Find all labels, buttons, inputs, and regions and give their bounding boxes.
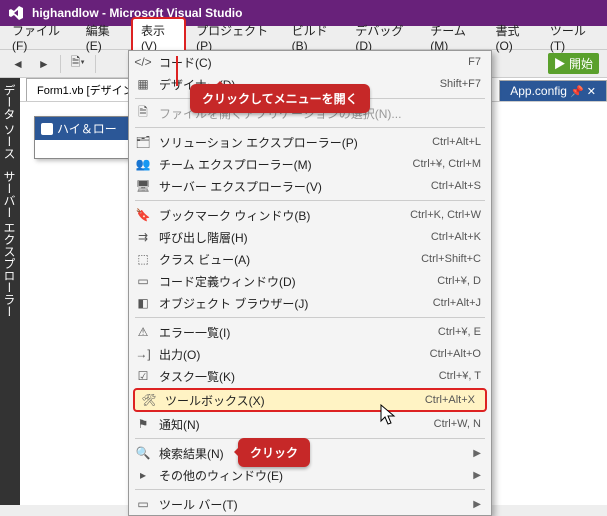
menu-item-label: クラス ビュー(A) <box>159 251 413 268</box>
menu-item-label: 出力(O) <box>159 346 422 363</box>
menu-item-0[interactable]: ファイル(F) <box>4 19 76 56</box>
menu-shortcut: Ctrl+Alt+L <box>432 136 481 148</box>
menu-separator <box>135 200 485 201</box>
separator <box>60 55 61 73</box>
menu-item-7[interactable]: 書式(O) <box>487 19 539 56</box>
find-icon: 🔍 <box>135 445 151 461</box>
menu-item-label: エラー一覧(I) <box>159 324 430 341</box>
callout-open-menu: クリックしてメニューを開く <box>190 84 370 113</box>
menu-item-sol[interactable]: 🗂 ソリューション エクスプローラー(P) Ctrl+Alt+L <box>129 131 491 153</box>
team-icon: 👥 <box>135 156 151 172</box>
open-icon: 🗎 <box>135 105 151 121</box>
menu-item-task[interactable]: ☑ タスク一覧(K) Ctrl+¥, T <box>129 365 491 387</box>
menu-item-team[interactable]: 👥 チーム エクスプローラー(M) Ctrl+¥, Ctrl+M <box>129 153 491 175</box>
menu-item-output[interactable]: →] 出力(O) Ctrl+Alt+O <box>129 343 491 365</box>
submenu-arrow-icon: ▶ <box>473 470 481 481</box>
class-icon: ⬚ <box>135 251 151 267</box>
server-icon: 🖥 <box>135 178 151 194</box>
menu-item-call[interactable]: ⇉ 呼び出し階層(H) Ctrl+Alt+K <box>129 226 491 248</box>
menu-shortcut: Ctrl+¥, D <box>437 275 481 287</box>
call-icon: ⇉ <box>135 229 151 245</box>
menu-item-8[interactable]: ツール(T) <box>542 19 603 56</box>
form-icon <box>41 123 53 135</box>
submenu-arrow-icon: ▶ <box>473 448 481 459</box>
menu-item-tb[interactable]: ▭ ツール バー(T) ▶ <box>129 493 491 515</box>
bookmark-icon: 🔖 <box>135 207 151 223</box>
menu-shortcut: Ctrl+Alt+S <box>431 180 481 192</box>
menu-item-label: ツールボックス(X) <box>165 392 417 409</box>
menu-item-label: オブジェクト ブラウザー(J) <box>159 295 425 312</box>
menu-shortcut: Ctrl+Alt+O <box>430 348 481 360</box>
menu-item-label: 通知(N) <box>159 416 426 433</box>
menu-item-error[interactable]: ⚠ エラー一覧(I) Ctrl+¥, E <box>129 321 491 343</box>
menu-item-label: チーム エクスプローラー(M) <box>159 156 405 173</box>
menu-item-codewin[interactable]: ▭ コード定義ウィンドウ(D) Ctrl+¥, D <box>129 270 491 292</box>
menu-item-class[interactable]: ⬚ クラス ビュー(A) Ctrl+Shift+C <box>129 248 491 270</box>
menu-item-label: コード(C) <box>159 54 460 71</box>
other-icon: ▸ <box>135 467 151 483</box>
sol-icon: 🗂 <box>135 134 151 150</box>
menu-item-server[interactable]: 🖥 サーバー エクスプローラー(V) Ctrl+Alt+S <box>129 175 491 197</box>
nav-back-button[interactable]: ◄ <box>8 55 28 73</box>
menu-separator <box>135 438 485 439</box>
nav-fwd-button[interactable]: ► <box>34 55 54 73</box>
submenu-arrow-icon: ▶ <box>473 499 481 510</box>
menu-item-other[interactable]: ▸ その他のウィンドウ(E) ▶ <box>129 464 491 486</box>
callout-click: クリック <box>238 438 310 467</box>
menu-separator <box>135 317 485 318</box>
form-titlebar: ハイ＆ロー <box>35 117 143 140</box>
menu-item-notify[interactable]: ⚑ 通知(N) Ctrl+W, N <box>129 413 491 435</box>
open-button[interactable]: 🗎▾ <box>67 51 89 76</box>
output-icon: →] <box>135 346 151 362</box>
task-icon: ☑ <box>135 368 151 384</box>
tab-app-config[interactable]: App.config 📌 ✕ <box>499 80 607 101</box>
design-icon: ▦ <box>135 76 151 92</box>
menu-item-label: その他のウィンドウ(E) <box>159 467 465 484</box>
error-icon: ⚠ <box>135 324 151 340</box>
tb-icon: ▭ <box>135 496 151 512</box>
start-debug-button[interactable]: ▶ 開始 <box>548 53 599 74</box>
menu-shortcut: Ctrl+K, Ctrl+W <box>410 209 481 221</box>
obj-icon: ◧ <box>135 295 151 311</box>
menu-item-code[interactable]: </> コード(C) F7 <box>129 51 491 73</box>
menu-shortcut: F7 <box>468 56 481 68</box>
codewin-icon: ▭ <box>135 273 151 289</box>
annotation-line <box>176 56 178 86</box>
code-icon: </> <box>135 54 151 70</box>
menu-item-label: ソリューション エクスプローラー(P) <box>159 134 424 151</box>
menu-item-label: コード定義ウィンドウ(D) <box>159 273 429 290</box>
menu-shortcut: Shift+F7 <box>440 78 481 90</box>
separator <box>95 55 96 73</box>
menu-shortcut: Ctrl+Alt+J <box>433 297 481 309</box>
menu-item-label: タスク一覧(K) <box>159 368 431 385</box>
menu-item-bookmark[interactable]: 🔖 ブックマーク ウィンドウ(B) Ctrl+K, Ctrl+W <box>129 204 491 226</box>
menu-shortcut: Ctrl+W, N <box>434 418 481 430</box>
menu-item-label: 呼び出し階層(H) <box>159 229 423 246</box>
side-tab-data-sources[interactable]: データ ソース サーバー エクスプローラー <box>0 78 20 505</box>
menu-item-toolbox[interactable]: 🛠 ツールボックス(X) Ctrl+Alt+X <box>133 388 487 412</box>
menubar: ファイル(F)編集(E)表示(V)プロジェクト(P)ビルド(B)デバッグ(D)チ… <box>0 26 607 50</box>
menu-separator <box>135 489 485 490</box>
menu-item-obj[interactable]: ◧ オブジェクト ブラウザー(J) Ctrl+Alt+J <box>129 292 491 314</box>
menu-item-label: サーバー エクスプローラー(V) <box>159 178 423 195</box>
menu-shortcut: Ctrl+¥, Ctrl+M <box>413 158 481 170</box>
menu-shortcut: Ctrl+¥, E <box>438 326 481 338</box>
menu-separator <box>135 127 485 128</box>
menu-shortcut: Ctrl+Alt+X <box>425 394 475 406</box>
notify-icon: ⚑ <box>135 416 151 432</box>
menu-shortcut: Ctrl+¥, T <box>439 370 481 382</box>
menu-shortcut: Ctrl+Shift+C <box>421 253 481 265</box>
menu-shortcut: Ctrl+Alt+K <box>431 231 481 243</box>
menu-item-label: ブックマーク ウィンドウ(B) <box>159 207 402 224</box>
menu-item-label: 検索結果(N) <box>159 445 465 462</box>
menu-item-label: ツール バー(T) <box>159 496 465 513</box>
toolbox-icon: 🛠 <box>141 392 157 408</box>
